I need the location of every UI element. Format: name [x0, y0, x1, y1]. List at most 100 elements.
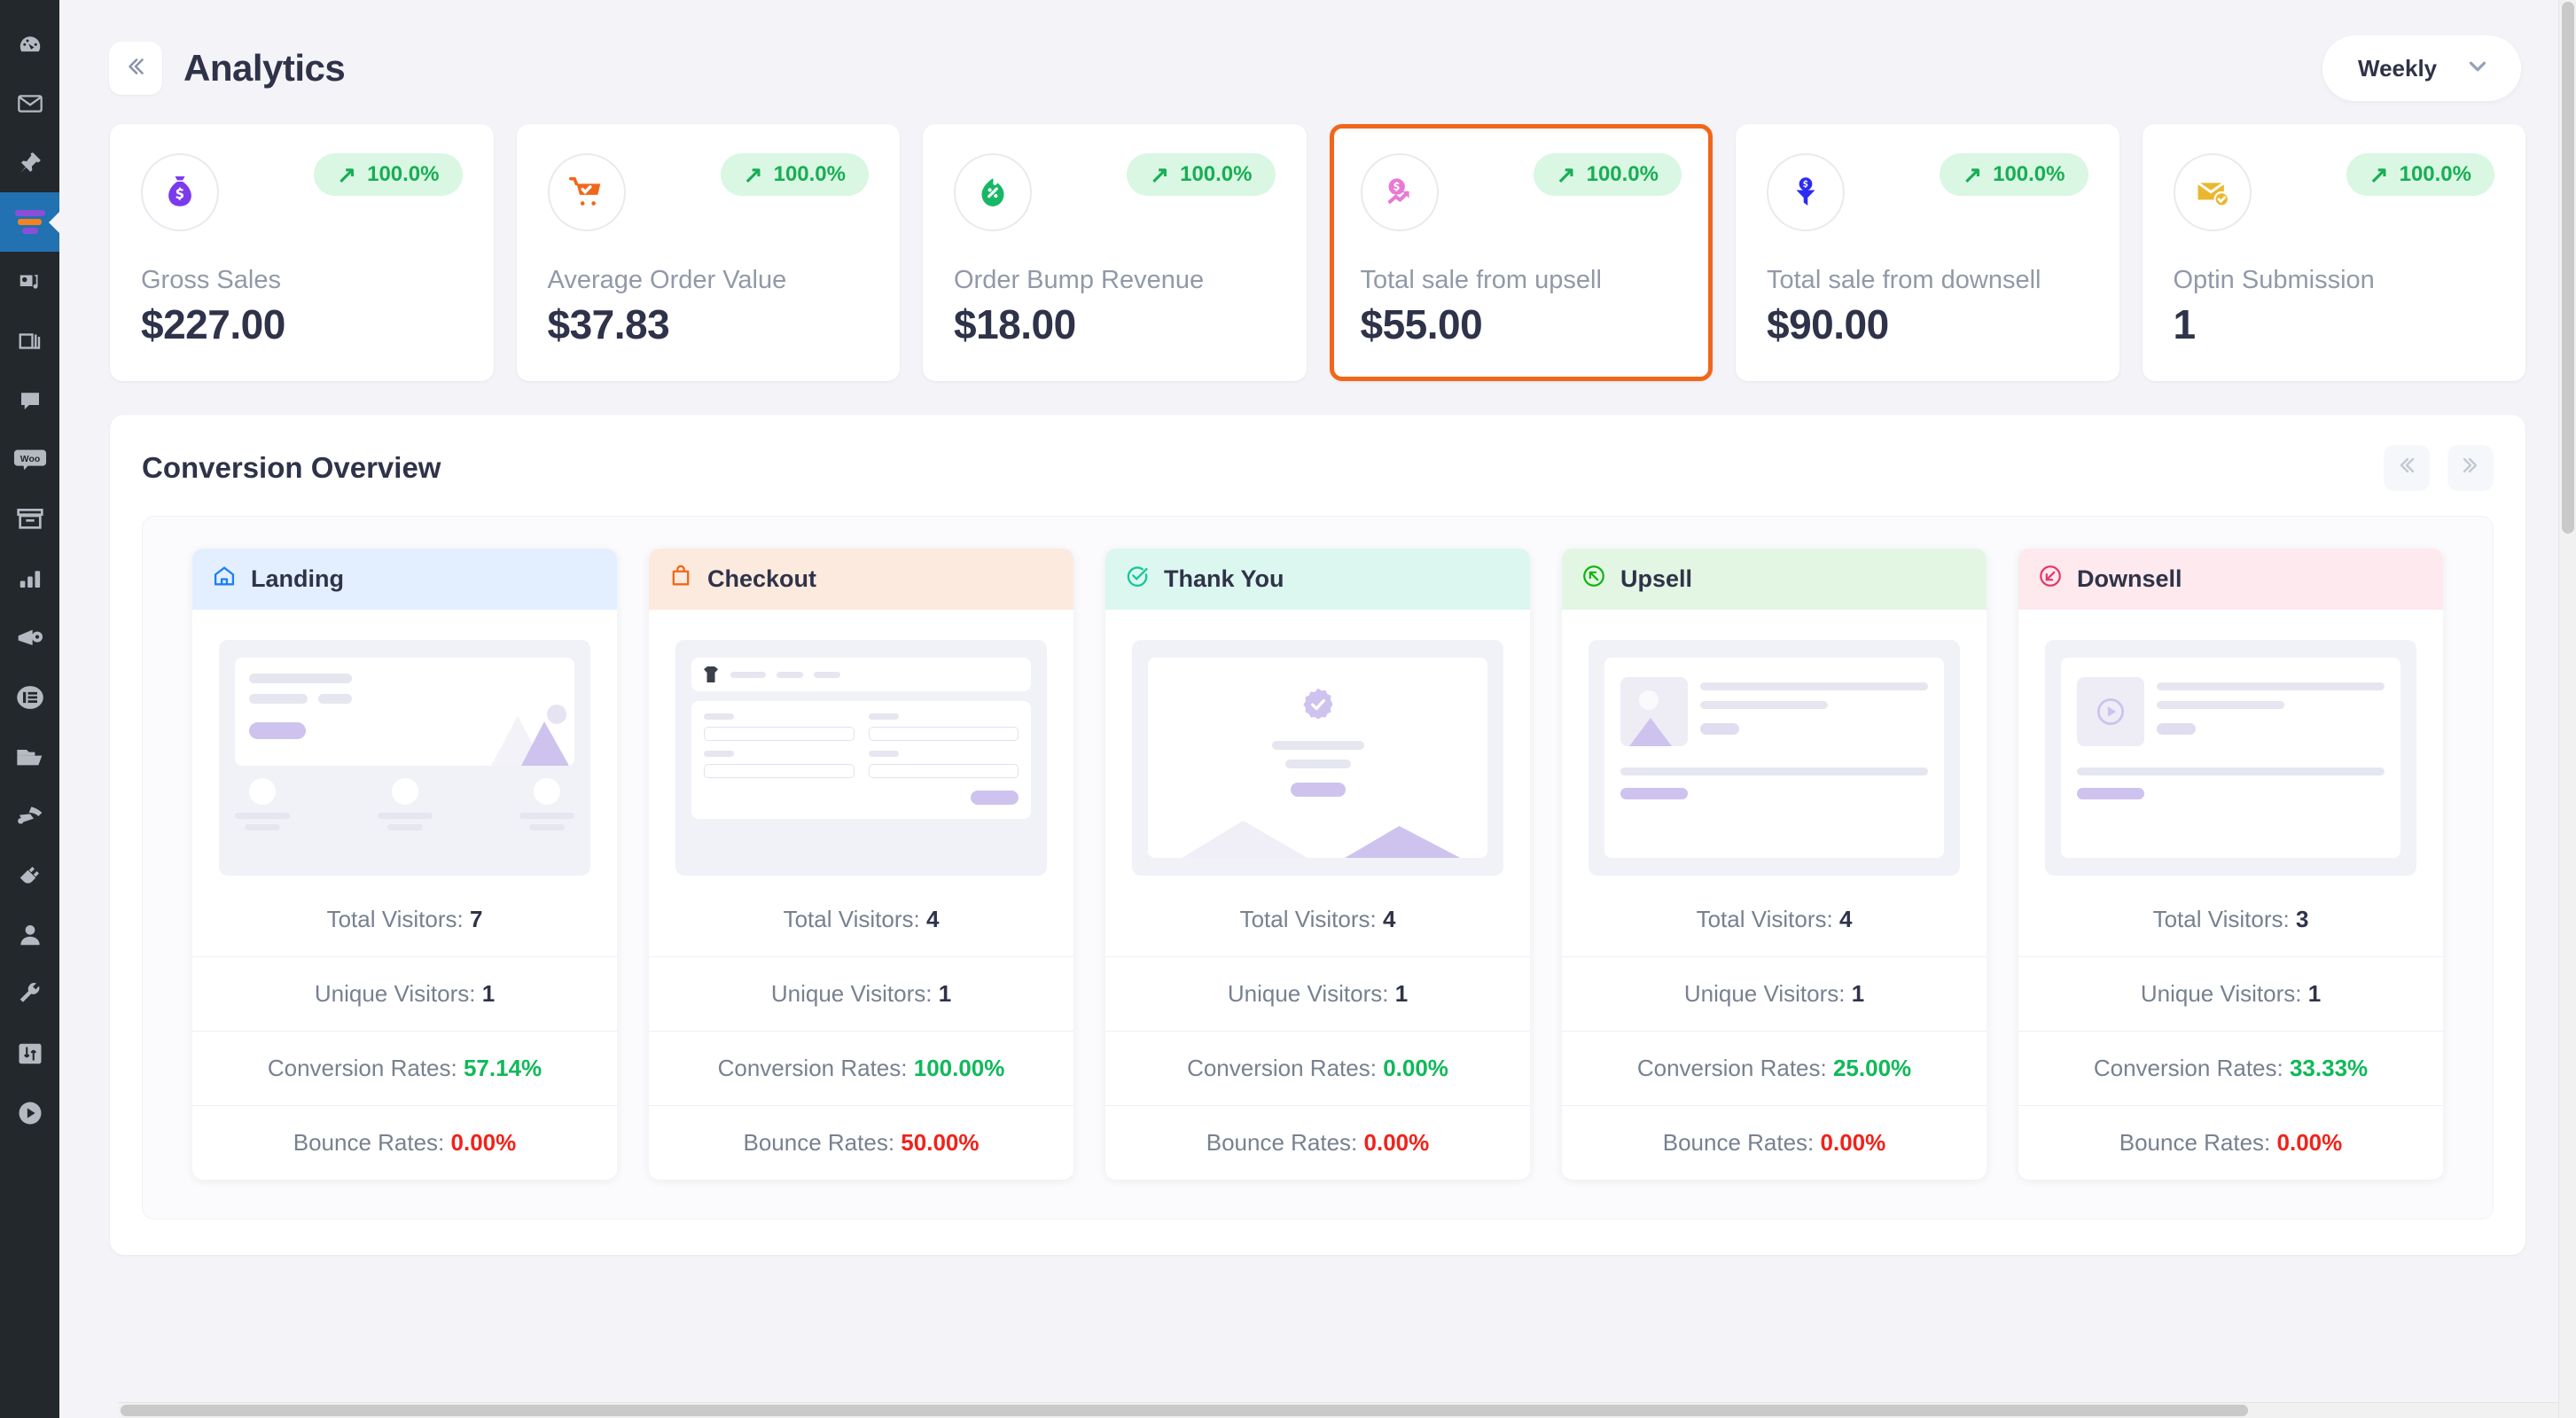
funnel-step-title: Landing	[251, 565, 344, 592]
funnel-step-thank-you[interactable]: Thank You Total Visitors: 4 Unique Visit…	[1105, 549, 1530, 1180]
conversion-rate-value: 100.00%	[913, 1055, 1005, 1081]
archive-icon	[16, 507, 44, 532]
stat-label: Gross Sales	[141, 266, 281, 294]
conversion-rate-label: Conversion Rates:	[1636, 1055, 1827, 1081]
funnel-step-wrap: Upsell Total Visitors: 4 Unique Visitors…	[1546, 549, 2002, 1180]
funnel-step-title: Downsell	[2077, 565, 2182, 592]
wp-admin-sidebar: Woo	[0, 0, 59, 1418]
wrench-icon	[17, 981, 43, 1008]
sidebar-item-dashboard[interactable]	[0, 14, 59, 74]
unique-visitors-row: Unique Visitors: 1	[2018, 956, 2443, 1031]
sidebar-item-users[interactable]	[0, 905, 59, 964]
horizontal-scrollbar-thumb[interactable]	[121, 1405, 2248, 1416]
sidebar-item-forms[interactable]	[0, 667, 59, 727]
sidebar-item-comments[interactable]	[0, 370, 59, 430]
sidebar-item-pin[interactable]	[0, 133, 59, 192]
megaphone-icon	[16, 626, 44, 651]
panel-title: Conversion Overview	[142, 451, 441, 484]
header-left-group: Analytics	[109, 42, 346, 95]
funnel-step-downsell[interactable]: Downsell Total Visitors: 3 Unique Visito…	[2018, 549, 2443, 1180]
conversion-rate-row: Conversion Rates: 57.14%	[192, 1031, 617, 1105]
sidebar-item-plugins[interactable]	[0, 845, 59, 905]
money-bag-icon	[141, 153, 219, 231]
funnel-dollar-icon	[1767, 153, 1845, 231]
unique-visitors-value: 1	[2307, 980, 2322, 1007]
badge-value: 100.0%	[1586, 162, 1659, 186]
stat-card-top: ↗ 100.0%	[1767, 153, 2088, 231]
conversion-rate-label: Conversion Rates:	[1187, 1055, 1377, 1081]
horizontal-scrollbar[interactable]	[119, 1402, 2558, 1418]
funnel-step-header: Upsell	[1562, 549, 1987, 610]
sidebar-item-tools[interactable]	[0, 964, 59, 1024]
funnel-step-upsell[interactable]: Upsell Total Visitors: 4 Unique Visitors…	[1562, 549, 1987, 1180]
collapse-button[interactable]	[109, 42, 162, 95]
chevron-double-left-icon	[2396, 455, 2417, 482]
arrow-up-left-circle-icon	[1581, 564, 1606, 595]
stat-card-order-bump-revenue[interactable]: ↗ 100.0% Order Bump Revenue $18.00	[923, 124, 1307, 381]
conversion-rate-row: Conversion Rates: 0.00%	[1105, 1031, 1530, 1105]
shopping-bag-icon	[668, 564, 693, 595]
app-root: Woo Analytics Weekly ↗ 100.0% Gross Sale…	[0, 0, 2576, 1418]
funnel-step-landing[interactable]: Landing Total Visitors: 7 Unique Visitor…	[192, 549, 617, 1180]
stat-cards-row: ↗ 100.0% Gross Sales $227.00 ↗ 100.0% Av…	[98, 124, 2537, 381]
discount-flame-icon	[954, 153, 1032, 231]
sidebar-item-funnel[interactable]	[0, 192, 59, 252]
sidebar-item-settings[interactable]	[0, 1024, 59, 1083]
landing-page-mockup	[219, 640, 590, 876]
funnel-step-checkout[interactable]: Checkout Total Visitors: 4 Unique Visito…	[649, 549, 1073, 1180]
stat-card-top: ↗ 100.0%	[954, 153, 1276, 231]
vertical-scrollbar-thumb[interactable]	[2562, 2, 2574, 534]
svg-text:Woo: Woo	[20, 454, 39, 464]
stat-card-average-order-value[interactable]: ↗ 100.0% Average Order Value $37.83	[516, 124, 900, 381]
pages-icon	[17, 328, 43, 354]
shopping-cart-check-icon	[547, 153, 626, 231]
stat-card-optin-submission[interactable]: ↗ 100.0% Optin Submission 1	[2142, 124, 2525, 381]
user-icon	[17, 922, 43, 948]
sidebar-item-files[interactable]	[0, 727, 59, 786]
stat-card-wrap: ↗ 100.0% Total sale from upsell $55.00	[1318, 124, 1725, 381]
badge-value: 100.0%	[367, 162, 440, 186]
unique-visitors-value: 1	[481, 980, 496, 1007]
stat-card-total-sale-from-downsell[interactable]: ↗ 100.0% Total sale from downsell $90.00	[1736, 124, 2119, 381]
sidebar-item-woocommerce[interactable]: Woo	[0, 430, 59, 489]
sidebar-item-pages[interactable]	[0, 311, 59, 370]
bounce-rate-value: 0.00%	[1820, 1129, 1886, 1156]
stat-card-bottom: Total sale from downsell $90.00	[1767, 266, 2088, 348]
arrow-up-right-icon: ↗	[1556, 161, 1576, 188]
unique-visitors-value: 1	[938, 980, 952, 1007]
bounce-rate-label: Bounce Rates:	[293, 1129, 445, 1156]
prev-button[interactable]	[2384, 445, 2430, 491]
arrow-up-right-icon: ↗	[337, 161, 357, 188]
total-visitors-row: Total Visitors: 7	[192, 883, 617, 956]
total-visitors-row: Total Visitors: 4	[1105, 883, 1530, 956]
sidebar-item-mail[interactable]	[0, 74, 59, 133]
sidebar-item-archive[interactable]	[0, 489, 59, 549]
funnel-step-wrap: Thank You Total Visitors: 4 Unique Visit…	[1089, 549, 1546, 1180]
vertical-scrollbar[interactable]	[2558, 0, 2576, 1418]
stat-card-wrap: ↗ 100.0% Optin Submission 1	[2131, 124, 2538, 381]
play-circle-icon	[17, 1100, 43, 1126]
status-badge: ↗ 100.0%	[2346, 153, 2494, 196]
conversion-rate-label: Conversion Rates:	[2093, 1055, 2283, 1081]
sidebar-item-marketing[interactable]	[0, 608, 59, 667]
conversion-overview-panel: Conversion Overview Landing Total Visito…	[110, 415, 2525, 1255]
stat-card-top: ↗ 100.0%	[547, 153, 869, 231]
stat-card-bottom: Total sale from upsell $55.00	[1361, 266, 1682, 348]
panel-nav-buttons	[2384, 445, 2494, 491]
funnel-step-title: Checkout	[707, 565, 817, 592]
stat-card-total-sale-from-upsell[interactable]: ↗ 100.0% Total sale from upsell $55.00	[1329, 124, 1713, 381]
stat-value: $55.00	[1360, 301, 1483, 347]
period-select[interactable]: Weekly	[2322, 35, 2521, 101]
sidebar-item-media[interactable]	[0, 252, 59, 311]
stat-card-gross-sales[interactable]: ↗ 100.0% Gross Sales $227.00	[110, 124, 494, 381]
funnel-step-wrap: Checkout Total Visitors: 4 Unique Visito…	[633, 549, 1089, 1180]
next-button[interactable]	[2447, 445, 2494, 491]
sidebar-item-appearance[interactable]	[0, 786, 59, 845]
badge-value: 100.0%	[773, 162, 846, 186]
funnel-step-stats: Total Visitors: 7 Unique Visitors: 1 Con…	[192, 883, 617, 1180]
unique-visitors-label: Unique Visitors:	[770, 980, 933, 1007]
folder-icon	[16, 745, 44, 768]
total-visitors-value: 7	[469, 906, 483, 932]
sidebar-item-analytics[interactable]	[0, 549, 59, 608]
sidebar-item-player[interactable]	[0, 1083, 59, 1142]
